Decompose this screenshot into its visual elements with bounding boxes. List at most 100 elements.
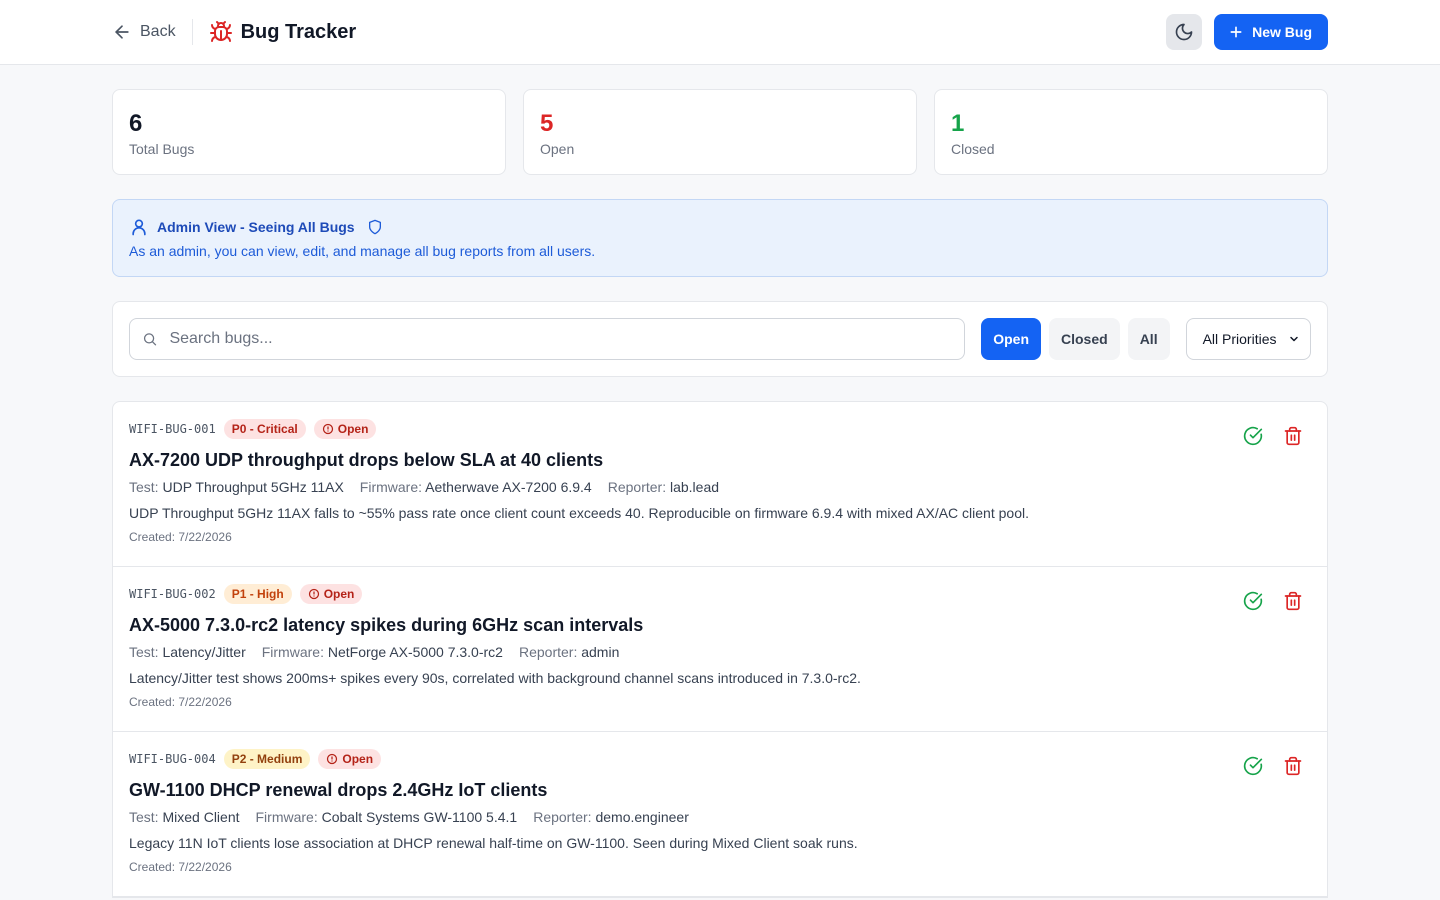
meta-value: admin (581, 644, 620, 660)
alert-circle-icon (327, 753, 338, 765)
bug-header: WIFI-BUG-004 P2 - Medium Open (129, 748, 1311, 770)
bug-list: WIFI-BUG-001 P0 - Critical Open AX-7200 … (112, 401, 1328, 898)
meta-value: Aetherwave AX-7200 6.9.4 (425, 479, 592, 495)
check-circle-icon (1243, 426, 1263, 446)
meta-key: Firmware: (255, 809, 318, 825)
app-header: Back Bug Tracker New Bug (0, 0, 1440, 65)
meta-key: Test: (129, 479, 159, 495)
trash-icon (1284, 426, 1302, 446)
bug-row[interactable]: WIFI-BUG-001 P0 - Critical Open AX-7200 … (113, 402, 1327, 567)
new-bug-label: New Bug (1252, 24, 1312, 40)
meta-key: Test: (129, 644, 159, 660)
meta-test: Test: UDP Throughput 5GHz 11AX (129, 479, 344, 495)
back-label: Back (140, 23, 176, 40)
priority-label: P2 - Medium (231, 752, 303, 766)
back-button[interactable]: Back (112, 22, 176, 42)
stat-card-total: 6 Total Bugs (112, 89, 506, 175)
meta-value: lab.lead (669, 479, 720, 495)
chevron-down-icon (1290, 336, 1298, 342)
priority-badge: P1 - High (223, 584, 292, 604)
alert-circle-icon (308, 588, 319, 600)
search-input[interactable] (169, 330, 953, 348)
meta-key: Test: (129, 809, 159, 825)
status-label: Open (342, 752, 374, 766)
meta-test: Test: Latency/Jitter (129, 644, 246, 660)
bug-created-date: Created: 7/22/2026 (129, 530, 232, 544)
bug-header: WIFI-BUG-002 P1 - High Open (129, 583, 1311, 605)
new-bug-button[interactable]: New Bug (1214, 14, 1328, 50)
filter-bar: Open Closed All All Priorities (112, 301, 1328, 377)
bug-meta: Test: Mixed Client Firmware: Cobalt Syst… (129, 809, 1311, 825)
page-title: Bug Tracker (240, 20, 357, 43)
bug-description: Legacy 11N IoT clients lose association … (129, 835, 858, 851)
meta-firmware: Firmware: Cobalt Systems GW-1100 5.4.1 (256, 809, 518, 825)
stat-card-closed: 1 Closed (934, 89, 1328, 175)
bug-id: WIFI-BUG-002 (129, 587, 216, 601)
meta-value: UDP Throughput 5GHz 11AX (162, 479, 344, 495)
status-badge: Open (318, 749, 382, 769)
priority-select[interactable]: All Priorities (1185, 318, 1311, 360)
priority-badge: P2 - Medium (223, 749, 311, 769)
meta-value: NetForge AX-5000 7.3.0-rc2 (327, 644, 503, 660)
resolve-button[interactable] (1243, 426, 1263, 446)
delete-button[interactable] (1283, 756, 1303, 776)
meta-firmware: Firmware: NetForge AX-5000 7.3.0-rc2 (262, 644, 503, 660)
search-icon (143, 333, 157, 346)
bug-title[interactable]: AX-5000 7.3.0-rc2 latency spikes during … (129, 615, 1311, 636)
priority-label: P0 - Critical (231, 422, 298, 436)
bug-description: Latency/Jitter test shows 200ms+ spikes … (129, 670, 861, 686)
meta-key: Firmware: (359, 479, 423, 495)
bug-actions (1243, 426, 1303, 446)
filter-all-button[interactable]: All (1127, 318, 1170, 360)
header-bar: Back Bug Tracker New Bug (112, 0, 1328, 64)
bug-title[interactable]: GW-1100 DHCP renewal drops 2.4GHz IoT cl… (129, 780, 1311, 801)
meta-key: Reporter: (518, 644, 578, 660)
bug-row[interactable]: WIFI-BUG-004 P2 - Medium Open GW-1100 DH… (113, 732, 1327, 897)
status-label: Open (337, 422, 369, 436)
delete-button[interactable] (1283, 591, 1303, 611)
trash-icon (1284, 756, 1302, 776)
delete-button[interactable] (1283, 426, 1303, 446)
meta-reporter: Reporter: lab.lead (608, 479, 719, 495)
stat-card-open: 5 Open (523, 89, 917, 175)
brand: Bug Tracker (209, 20, 357, 44)
stat-label: Total Bugs (129, 141, 195, 157)
admin-notice-header: Admin View - Seeing All Bugs (129, 217, 1311, 237)
meta-value: demo.engineer (595, 809, 689, 825)
plus-icon (1230, 26, 1242, 38)
bug-created-date: Created: 7/22/2026 (129, 695, 232, 709)
stat-value: 1 (951, 110, 965, 137)
status-label: Open (323, 587, 355, 601)
bug-actions (1243, 591, 1303, 611)
stat-value: 6 (129, 110, 143, 137)
admin-notice: Admin View - Seeing All Bugs As an admin… (112, 199, 1328, 277)
stat-label: Closed (951, 141, 995, 157)
meta-key: Reporter: (607, 479, 667, 495)
meta-reporter: Reporter: demo.engineer (533, 809, 689, 825)
check-circle-icon (1243, 756, 1263, 776)
bug-row[interactable]: WIFI-BUG-002 P1 - High Open AX-5000 7.3.… (113, 567, 1327, 732)
stat-label: Open (540, 141, 575, 157)
arrow-left-icon (115, 25, 129, 39)
meta-firmware: Firmware: Aetherwave AX-7200 6.9.4 (360, 479, 592, 495)
stats-row: 6 Total Bugs 5 Open 1 Closed (112, 89, 1328, 175)
meta-value: Cobalt Systems GW-1100 5.4.1 (321, 809, 518, 825)
priority-select-value: All Priorities (1202, 331, 1277, 347)
meta-value: Mixed Client (162, 809, 240, 825)
resolve-button[interactable] (1243, 756, 1263, 776)
alert-circle-icon (322, 423, 333, 435)
bug-meta: Test: UDP Throughput 5GHz 11AX Firmware:… (129, 479, 1311, 495)
filter-closed-button[interactable]: Closed (1049, 318, 1120, 360)
header-divider (191, 19, 193, 45)
bug-title[interactable]: AX-7200 UDP throughput drops below SLA a… (129, 450, 1311, 471)
admin-notice-description: As an admin, you can view, edit, and man… (129, 243, 596, 259)
shield-icon (368, 219, 381, 235)
priority-label: P1 - High (231, 587, 284, 601)
status-badge: Open (313, 419, 377, 439)
status-badge: Open (299, 584, 363, 604)
theme-toggle-button[interactable] (1166, 14, 1203, 50)
search-box[interactable] (129, 318, 966, 360)
trash-icon (1284, 591, 1302, 611)
resolve-button[interactable] (1243, 591, 1263, 611)
filter-open-button[interactable]: Open (981, 318, 1041, 360)
